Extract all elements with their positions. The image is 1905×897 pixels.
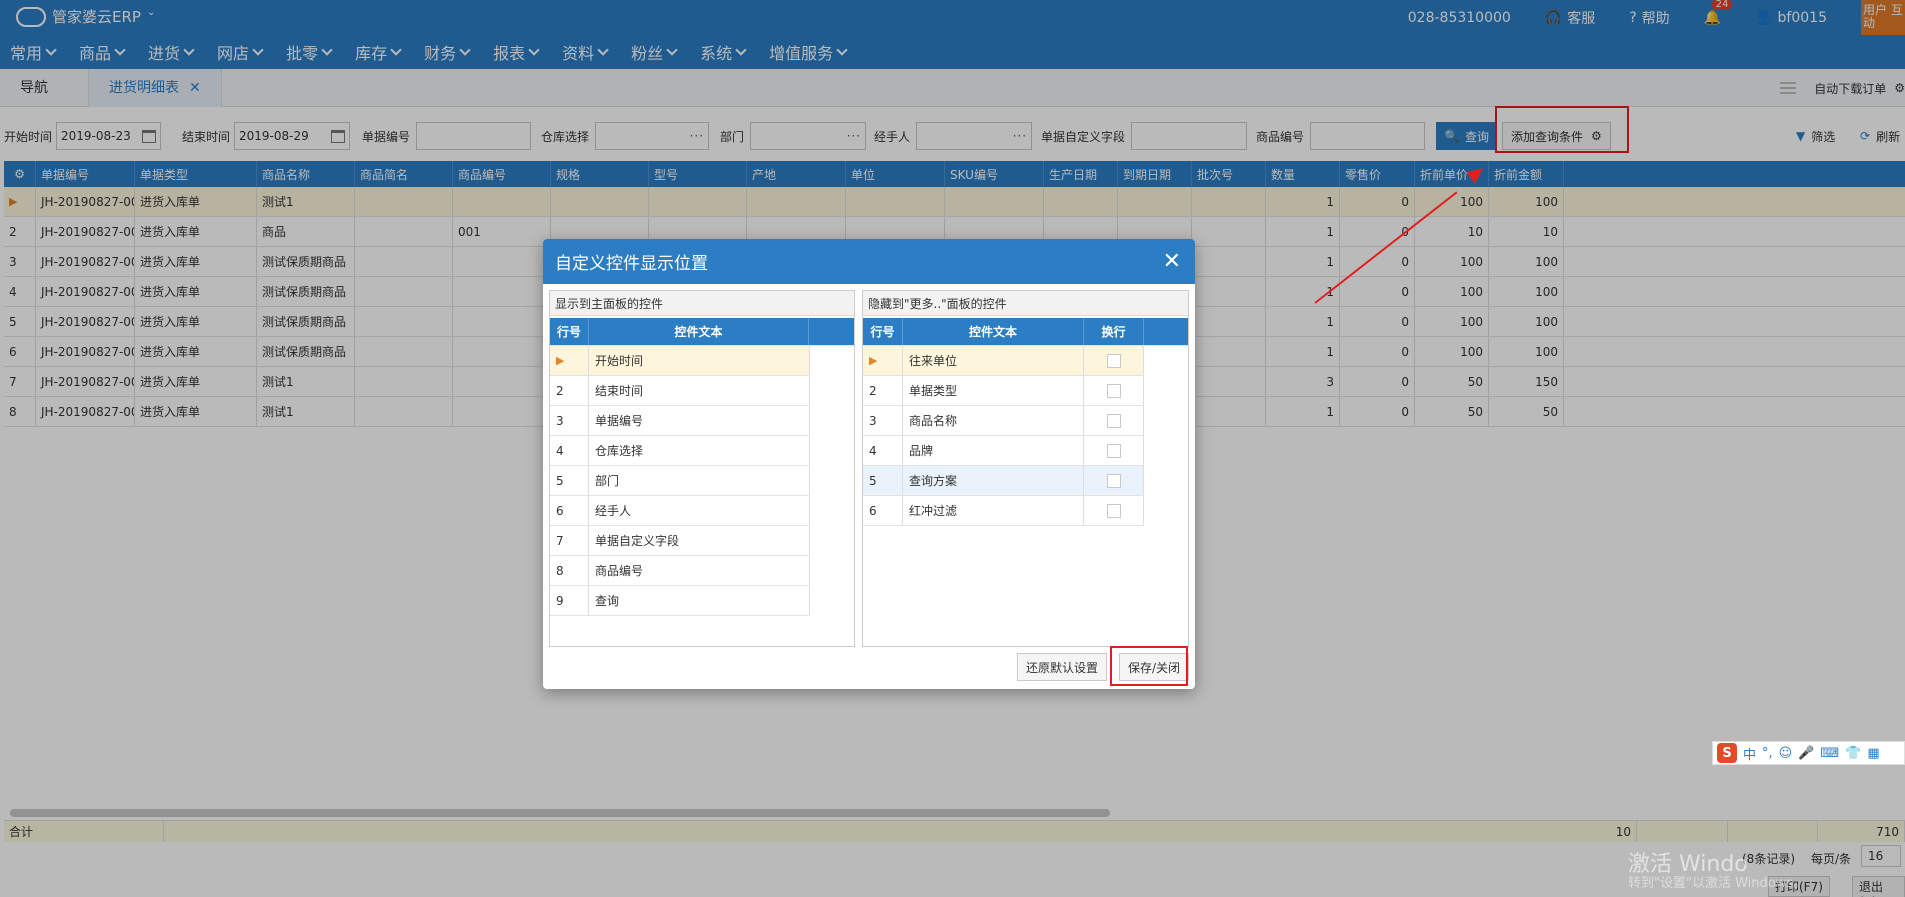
wrap-cell <box>1084 346 1144 375</box>
more-panel-row[interactable]: ▶ 往来单位 <box>863 346 1144 376</box>
row-no: 3 <box>863 406 903 435</box>
col-no-header: 行号 <box>550 318 589 345</box>
custom-control-position-dialog: 自定义控件显示位置 ✕ 显示到主面板的控件 行号 控件文本 ▶ 开始时间 2 结束时间 3 单… <box>543 239 1195 689</box>
wrap-cell <box>1084 466 1144 495</box>
more-panel-caption: 隐藏到"更多.."面板的控件 <box>863 291 1188 316</box>
ime-mode[interactable]: 中 <box>1743 744 1756 763</box>
control-text: 商品名称 <box>903 406 1084 435</box>
col-wrap-header: 换行 <box>1084 318 1144 345</box>
control-text: 部门 <box>589 466 810 495</box>
row-no: 5 <box>863 466 903 495</box>
row-no: 2 <box>550 376 589 405</box>
row-no: 8 <box>550 556 589 585</box>
control-text: 经手人 <box>589 496 810 525</box>
wrap-checkbox[interactable] <box>1106 443 1121 458</box>
row-no: 4 <box>550 436 589 465</box>
control-text: 开始时间 <box>589 346 810 375</box>
more-panel-row[interactable]: 5 查询方案 <box>863 466 1144 496</box>
wrap-checkbox[interactable] <box>1106 383 1121 398</box>
more-panel-controls: 隐藏到"更多.."面板的控件 行号 控件文本 换行 ▶ 往来单位 2 单据类型 3 商品名称 4 品… <box>862 290 1189 647</box>
main-panel-row[interactable]: 6 经手人 <box>550 496 810 526</box>
grid-icon[interactable]: ▦ <box>1867 746 1879 761</box>
col-text-header: 控件文本 <box>903 318 1084 345</box>
control-text: 仓库选择 <box>589 436 810 465</box>
punctuation-icon[interactable]: °, <box>1762 746 1773 761</box>
main-panel-header: 行号 控件文本 <box>550 318 854 346</box>
col-no-header: 行号 <box>863 318 903 345</box>
main-panel-controls: 显示到主面板的控件 行号 控件文本 ▶ 开始时间 2 结束时间 3 单据编号 4 仓库选择 5 部门 6… <box>549 290 855 647</box>
emoji-icon[interactable]: ☺ <box>1779 746 1793 761</box>
more-panel-row[interactable]: 3 商品名称 <box>863 406 1144 436</box>
dialog-header: 自定义控件显示位置 ✕ <box>543 239 1195 284</box>
ime-toolbar: S 中 °, ☺ 🎤 ⌨ 👕 ▦ <box>1712 741 1905 765</box>
row-no: ▶ <box>863 346 903 375</box>
main-panel-row[interactable]: 8 商品编号 <box>550 556 810 586</box>
wrap-cell <box>1084 376 1144 405</box>
wrap-checkbox[interactable] <box>1106 413 1121 428</box>
control-text: 单据类型 <box>903 376 1084 405</box>
col-text-header: 控件文本 <box>589 318 809 345</box>
row-no: 4 <box>863 436 903 465</box>
row-no: 6 <box>550 496 589 525</box>
row-no: 5 <box>550 466 589 495</box>
close-icon[interactable]: ✕ <box>1163 249 1181 274</box>
wrap-checkbox[interactable] <box>1106 473 1121 488</box>
wrap-checkbox[interactable] <box>1106 503 1121 518</box>
row-no: 2 <box>863 376 903 405</box>
control-text: 结束时间 <box>589 376 810 405</box>
control-text: 往来单位 <box>903 346 1084 375</box>
wrap-cell <box>1084 496 1144 525</box>
main-panel-row[interactable]: 4 仓库选择 <box>550 436 810 466</box>
dialog-title: 自定义控件显示位置 <box>555 254 708 274</box>
control-text: 单据编号 <box>589 406 810 435</box>
row-no: 3 <box>550 406 589 435</box>
col-spacer <box>1144 318 1188 345</box>
current-row-icon: ▶ <box>869 354 878 367</box>
control-text: 红冲过滤 <box>903 496 1084 525</box>
current-row-icon: ▶ <box>556 354 565 367</box>
main-panel-row[interactable]: 9 查询 <box>550 586 810 616</box>
main-panel-row[interactable]: 5 部门 <box>550 466 810 496</box>
main-panel-row[interactable]: 3 单据编号 <box>550 406 810 436</box>
col-spacer <box>809 318 854 345</box>
reset-default-button[interactable]: 还原默认设置 <box>1017 653 1108 681</box>
row-no: 6 <box>863 496 903 525</box>
row-no: 7 <box>550 526 589 555</box>
wrap-checkbox[interactable] <box>1106 353 1121 368</box>
row-no: ▶ <box>550 346 589 375</box>
main-panel-row[interactable]: 7 单据自定义字段 <box>550 526 810 556</box>
more-panel-row[interactable]: 4 品牌 <box>863 436 1144 466</box>
more-panel-header: 行号 控件文本 换行 <box>863 318 1188 346</box>
wrap-cell <box>1084 436 1144 465</box>
sogou-logo-icon[interactable]: S <box>1717 743 1737 763</box>
highlight-box <box>1110 646 1188 686</box>
skin-icon[interactable]: 👕 <box>1845 746 1861 761</box>
control-text: 查询 <box>589 586 810 615</box>
mic-icon[interactable]: 🎤 <box>1798 746 1814 761</box>
main-panel-caption: 显示到主面板的控件 <box>550 291 854 316</box>
row-no: 9 <box>550 586 589 615</box>
main-panel-row[interactable]: 2 结束时间 <box>550 376 810 406</box>
more-panel-row[interactable]: 2 单据类型 <box>863 376 1144 406</box>
wrap-cell <box>1084 406 1144 435</box>
main-panel-row[interactable]: ▶ 开始时间 <box>550 346 810 376</box>
keyboard-icon[interactable]: ⌨ <box>1820 746 1839 761</box>
control-text: 查询方案 <box>903 466 1084 495</box>
control-text: 品牌 <box>903 436 1084 465</box>
windows-watermark-sub: 转到"设置"以激活 Windows。 <box>1628 876 1807 891</box>
control-text: 商品编号 <box>589 556 810 585</box>
more-panel-row[interactable]: 6 红冲过滤 <box>863 496 1144 526</box>
control-text: 单据自定义字段 <box>589 526 810 555</box>
